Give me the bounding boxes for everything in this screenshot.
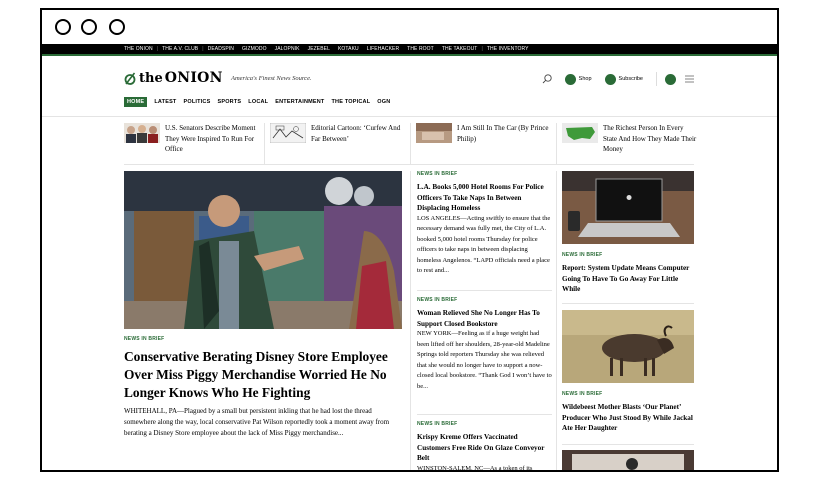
nav-entertainment[interactable]: ENTERTAINMENT [275, 99, 324, 105]
strip-headline[interactable]: Editorial Cartoon: ‘Curfew And Far Betwe… [311, 123, 403, 144]
shop-cart-icon[interactable] [564, 73, 576, 85]
network-link-jezebel[interactable]: JEZEBEL [308, 46, 330, 52]
network-link-avclub[interactable]: THE A.V. CLUB [162, 46, 198, 52]
wildebeest-image[interactable] [562, 310, 694, 383]
nav-sports[interactable]: SPORTS [217, 99, 241, 105]
strip-headline[interactable]: The Richest Person In Every State And Ho… [603, 123, 698, 155]
main-nav: HOME LATEST POLITICS SPORTS LOCAL ENTERT… [124, 97, 397, 107]
laptop-image[interactable] [562, 171, 694, 244]
strip-item[interactable]: U.S. Senators Describe Moment They Were … [124, 123, 264, 155]
network-link-takeout[interactable]: THE TAKEOUT [442, 46, 478, 52]
strip-thumb-image [416, 123, 452, 143]
network-link-onion[interactable]: THE ONION [124, 46, 153, 52]
story-card[interactable]: NEWS IN BRIEF Report: System Update Mean… [562, 252, 697, 295]
nav-divider [42, 116, 777, 117]
nav-home[interactable]: HOME [124, 97, 148, 107]
browser-window: THE ONION | THE A.V. CLUB | DEADSPIN GIZMO… [40, 8, 779, 472]
nav-local[interactable]: LOCAL [248, 99, 268, 105]
strip-headline[interactable]: U.S. Senators Describe Moment They Were … [165, 123, 260, 155]
logo-onion: ONION [164, 70, 223, 86]
nav-the-topical[interactable]: THE TOPICAL [332, 99, 371, 105]
network-link-kotaku[interactable]: KOTAKU [338, 46, 359, 52]
network-nav: THE ONION | THE A.V. CLUB | DEADSPIN GIZMO… [42, 44, 777, 56]
strip-headline[interactable]: I Am Still In The Car (By Prince Philip) [457, 123, 549, 144]
subscribe-mail-icon[interactable] [604, 73, 616, 85]
story-card[interactable]: NEWS IN BRIEF L.A. Books 5,000 Hotel Roo… [417, 171, 552, 277]
story-headline[interactable]: Krispy Kreme Offers Vaccinated Customers… [417, 432, 552, 464]
strip-item[interactable]: I Am Still In The Car (By Prince Philip) [416, 123, 556, 144]
hero-image[interactable] [124, 171, 402, 329]
featured-strip: U.S. Senators Describe Moment They Were … [124, 123, 696, 169]
strip-thumb-image [124, 123, 160, 143]
strip-thumb-image [270, 123, 306, 143]
nav-latest[interactable]: LATEST [154, 99, 176, 105]
story-kicker[interactable]: NEWS IN BRIEF [417, 171, 552, 177]
window-close-control[interactable] [55, 19, 71, 35]
story-card[interactable]: NEWS IN BRIEF Krispy Kreme Offers Vaccin… [417, 421, 552, 472]
window-minimize-control[interactable] [81, 19, 97, 35]
story-card[interactable]: NEWS IN BRIEF Wildebeest Mother Blasts ‘… [562, 391, 697, 434]
network-link-inventory[interactable]: THE INVENTORY [487, 46, 529, 52]
network-link-jalopnik[interactable]: JALOPNIK [275, 46, 300, 52]
hamburger-menu-icon[interactable] [685, 75, 694, 83]
subscribe-link[interactable]: Subscribe [619, 76, 643, 82]
site-tagline: America's Finest News Source. [231, 75, 312, 82]
strip-thumb-image [562, 123, 598, 143]
hero-headline[interactable]: Conservative Berating Disney Store Emplo… [124, 348, 404, 402]
nav-ogn[interactable]: OGN [377, 99, 390, 105]
story-headline[interactable]: Wildebeest Mother Blasts ‘Our Planet’ Pr… [562, 402, 697, 434]
nav-politics[interactable]: POLITICS [184, 99, 211, 105]
story-kicker[interactable]: NEWS IN BRIEF [562, 391, 697, 397]
strip-divider [124, 164, 694, 165]
story-summary: NEW YORK—Feeling as if a huge weight had… [417, 330, 552, 390]
column-divider [556, 171, 557, 470]
search-icon[interactable] [542, 74, 552, 84]
story-image[interactable] [562, 450, 694, 472]
network-link-gizmodo[interactable]: GIZMODO [242, 46, 267, 52]
column-divider [410, 171, 411, 470]
story-headline[interactable]: L.A. Books 5,000 Hotel Rooms For Police … [417, 182, 552, 214]
hero-kicker[interactable]: NEWS IN BRIEF [124, 336, 164, 342]
story-kicker[interactable]: NEWS IN BRIEF [417, 421, 552, 427]
logo-the: the [139, 70, 163, 86]
window-maximize-control[interactable] [109, 19, 125, 35]
network-link-theroot[interactable]: THE ROOT [407, 46, 434, 52]
site-logo[interactable]: the ONION [124, 70, 223, 86]
network-link-deadspin[interactable]: DEADSPIN [208, 46, 234, 52]
onion-logo-icon [124, 72, 136, 85]
story-headline[interactable]: Woman Relieved She No Longer Has To Supp… [417, 308, 552, 329]
window-titlebar [42, 10, 777, 44]
network-link-lifehacker[interactable]: LIFEHACKER [367, 46, 399, 52]
account-icon[interactable] [665, 73, 676, 85]
shop-link[interactable]: Shop [579, 76, 592, 82]
story-summary: LOS ANGELES—Acting swiftly to ensure tha… [417, 214, 551, 275]
strip-item[interactable]: The Richest Person In Every State And Ho… [562, 123, 698, 155]
header-actions: Shop Subscribe [542, 68, 694, 90]
story-kicker[interactable]: NEWS IN BRIEF [562, 252, 697, 258]
strip-item[interactable]: Editorial Cartoon: ‘Curfew And Far Betwe… [270, 123, 410, 144]
story-headline[interactable]: Report: System Update Means Computer Goi… [562, 263, 697, 295]
site-header: the ONION America's Finest News Source. … [124, 68, 694, 90]
story-summary: WINSTON-SALEM, NC—As a token of its [417, 464, 533, 472]
hero-summary: WHITEHALL, PA—Plagued by a small but per… [124, 407, 390, 437]
story-card[interactable]: NEWS IN BRIEF Woman Relieved She No Long… [417, 297, 552, 392]
story-kicker[interactable]: NEWS IN BRIEF [417, 297, 552, 303]
